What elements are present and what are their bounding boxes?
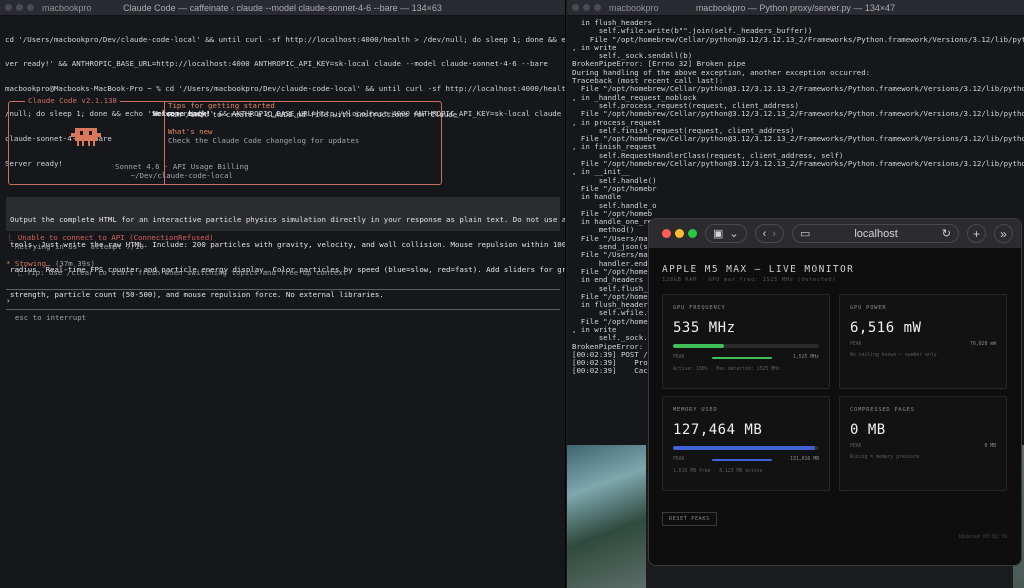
gpu-power-card: GPU POWER 6,516 mW PEAK 70,028 mW No cei… bbox=[839, 294, 1007, 389]
reset-peaks-button[interactable]: RESET PEAKS bbox=[662, 512, 717, 526]
terminal-titlebar[interactable]: macbookpro macbookpro — Python proxy/ser… bbox=[567, 0, 1024, 16]
cmd-line: macbookpro@Macbooks-MacBook-Pro ~ % cd '… bbox=[5, 84, 566, 94]
user-prompt: Output the complete HTML for an interact… bbox=[6, 197, 565, 299]
window-controls[interactable] bbox=[0, 4, 34, 11]
minimize-button[interactable] bbox=[675, 229, 684, 238]
tab-host-label: macbookpro bbox=[42, 2, 92, 13]
back-icon[interactable]: ‹ bbox=[763, 228, 767, 240]
terminal-output[interactable]: cd '/Users/macbookpro/Dev/claude-code-lo… bbox=[0, 16, 565, 588]
desktop-wallpaper bbox=[567, 445, 646, 588]
minimize-button[interactable] bbox=[583, 4, 590, 11]
welcome-right: Tips for getting started Run /init to cr… bbox=[168, 101, 457, 184]
gpu-frequency-bar bbox=[673, 344, 819, 348]
page-title: APPLE M5 MAX — LIVE MONITOR bbox=[662, 264, 855, 275]
page-subtitle: 128GB RAM · GPU max freq: 1525 MHz (dete… bbox=[662, 277, 837, 283]
chevron-down-icon: ⌄ bbox=[729, 228, 739, 240]
browser-toolbar[interactable]: ▣ ⌄ ‹ › ▭ localhost ↻ + » bbox=[649, 219, 1021, 248]
terminal-titlebar[interactable]: macbookpro Claude Code — caffeinate ‹ cl… bbox=[0, 0, 565, 16]
log-line: File "/opt/homebr bbox=[572, 183, 657, 193]
tab-host-label: macbookpro bbox=[609, 2, 659, 13]
log-line: File "/opt/homebrew/Cellar/python@3.12/3… bbox=[572, 159, 1024, 169]
claude-mascot-icon bbox=[71, 128, 101, 146]
tab-overview-button[interactable]: » bbox=[994, 224, 1013, 243]
sidebar-icon: ▣ bbox=[713, 228, 724, 240]
sidebar-toggle-button[interactable]: ▣ ⌄ bbox=[705, 224, 747, 243]
updated-timestamp: Updated 00:02:39 bbox=[958, 534, 1007, 540]
input-prompt[interactable]: › bbox=[6, 296, 10, 305]
whats-new-text: Check the Claude Code changelog for upda… bbox=[168, 136, 360, 145]
cmd-line: ver ready!' && ANTHROPIC_BASE_URL=http:/… bbox=[5, 59, 548, 69]
zoom-button[interactable] bbox=[688, 229, 697, 238]
nav-buttons[interactable]: ‹ › bbox=[754, 224, 784, 243]
cmd-line: cd '/Users/macbookpro/Dev/claude-code-lo… bbox=[5, 34, 566, 44]
input-divider-bottom bbox=[6, 309, 560, 310]
welcome-panel: Claude Code v2.1.138 Welcome back! Sonne… bbox=[8, 96, 457, 185]
compressed-pages-card: COMPRESSED PAGES 0 MB PEAK 0 MB Rising =… bbox=[839, 396, 1007, 491]
zoom-button[interactable] bbox=[594, 4, 601, 11]
new-tab-button[interactable]: + bbox=[967, 224, 986, 243]
footer-hint: esc to interrupt bbox=[6, 313, 87, 322]
browser-window[interactable]: ▣ ⌄ ‹ › ▭ localhost ↻ + » APPLE M5 MAX —… bbox=[648, 218, 1022, 566]
window-controls[interactable] bbox=[567, 4, 601, 11]
close-button[interactable] bbox=[662, 229, 671, 238]
close-button[interactable] bbox=[572, 4, 579, 11]
welcome-left: Welcome back! Sonnet 4.6 · API Usage Bil… bbox=[9, 102, 249, 184]
peak-bar bbox=[712, 357, 772, 359]
log-line: File "/opt/homebrew/Cellar/python@3.12/3… bbox=[572, 34, 1024, 44]
page-icon: ▭ bbox=[799, 228, 811, 240]
gpu-frequency-card: GPU FREQUENCY 535 MHz PEAK 1,525 MHz Act… bbox=[662, 294, 830, 389]
tip-line: ⎿ Tip: Use /clear to start fresh when sw… bbox=[6, 268, 348, 277]
terminal-window-claude[interactable]: macbookpro Claude Code — caffeinate ‹ cl… bbox=[0, 0, 566, 588]
zoom-button[interactable] bbox=[27, 4, 34, 11]
tips-text: Run /init to create a CLAUDE.md file wit… bbox=[168, 110, 458, 119]
memory-bar bbox=[673, 446, 819, 450]
retry-status: Retrying in 8s · attempt 7/10 bbox=[6, 242, 144, 251]
window-controls[interactable] bbox=[657, 229, 697, 238]
monitor-page: APPLE M5 MAX — LIVE MONITOR 128GB RAM · … bbox=[649, 248, 1021, 565]
forward-icon[interactable]: › bbox=[772, 228, 776, 240]
reload-icon[interactable]: ↻ bbox=[942, 227, 951, 240]
url-text[interactable]: localhost bbox=[854, 228, 897, 240]
peak-bar bbox=[712, 459, 772, 461]
input-divider-top bbox=[6, 289, 560, 290]
memory-used-card: MEMORY USED 127,464 MB PEAK 131,016 MB 1… bbox=[662, 396, 830, 491]
minimize-button[interactable] bbox=[16, 4, 23, 11]
address-bar[interactable]: ▭ localhost ↻ bbox=[791, 224, 959, 243]
close-button[interactable] bbox=[5, 4, 12, 11]
